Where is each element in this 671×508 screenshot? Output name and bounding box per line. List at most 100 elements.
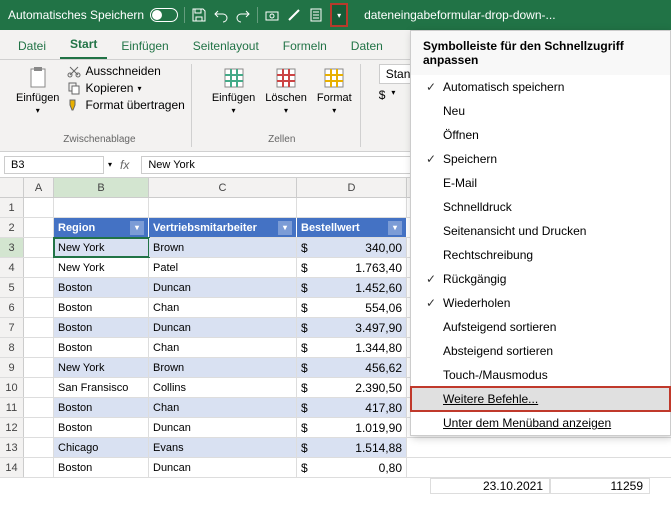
col-header[interactable]: D (297, 178, 407, 197)
filter-icon: ▾ (278, 221, 292, 235)
menu-item[interactable]: Öffnen (411, 123, 670, 147)
cell-value[interactable]: $0,80 (297, 458, 407, 477)
cell-region[interactable]: Boston (54, 458, 149, 477)
tab-formeln[interactable]: Formeln (273, 33, 337, 59)
cell-value[interactable]: $1.344,80 (297, 338, 407, 357)
qat-dropdown-button[interactable] (330, 3, 348, 27)
cell-value[interactable]: $1.763,40 (297, 258, 407, 277)
row-header[interactable]: 7 (0, 318, 24, 337)
cell-value[interactable]: $456,62 (297, 358, 407, 377)
tab-daten[interactable]: Daten (341, 33, 393, 59)
row-header[interactable]: 5 (0, 278, 24, 297)
row-header[interactable]: 3 (0, 238, 24, 257)
autosave-toggle[interactable]: Automatisches Speichern (8, 8, 178, 22)
col-header[interactable]: C (149, 178, 297, 197)
cell-value[interactable]: $1.019,90 (297, 418, 407, 437)
currency-button[interactable]: $ (379, 88, 386, 102)
row-header[interactable]: 13 (0, 438, 24, 457)
menu-item[interactable]: Rechtschreibung (411, 243, 670, 267)
cell-sales[interactable]: Chan (149, 398, 297, 417)
save-icon[interactable] (191, 7, 207, 23)
cell-value[interactable]: $2.390,50 (297, 378, 407, 397)
cell-region[interactable]: Boston (54, 318, 149, 337)
cell-region[interactable]: Boston (54, 338, 149, 357)
cell-sales[interactable]: Duncan (149, 278, 297, 297)
cell-sales[interactable]: Brown (149, 358, 297, 377)
format-painter-button[interactable]: Format übertragen (67, 98, 184, 112)
menu-item[interactable]: E-Mail (411, 171, 670, 195)
table-header[interactable]: Region▾ (54, 218, 149, 237)
titlebar: Automatisches Speichern dateneingabeform… (0, 0, 671, 30)
camera-icon[interactable] (264, 7, 280, 23)
row-header[interactable]: 8 (0, 338, 24, 357)
format-cells-button[interactable]: Format▾ (315, 64, 354, 117)
menu-item[interactable]: ✓Speichern (411, 147, 670, 171)
cell-sales[interactable]: Duncan (149, 418, 297, 437)
cell-value[interactable]: $1.452,60 (297, 278, 407, 297)
cell-value[interactable]: $417,80 (297, 398, 407, 417)
row-header[interactable]: 12 (0, 418, 24, 437)
menu-item[interactable]: Seitenansicht und Drucken (411, 219, 670, 243)
copy-button[interactable]: Kopieren ▾ (67, 81, 184, 95)
menu-item[interactable]: Absteigend sortieren (411, 339, 670, 363)
undo-icon[interactable] (213, 7, 229, 23)
menu-item[interactable]: Aufsteigend sortieren (411, 315, 670, 339)
paste-button[interactable]: Einfügen▾ (14, 64, 61, 117)
cell-sales[interactable]: Chan (149, 338, 297, 357)
cell-region[interactable]: New York (54, 238, 149, 257)
cell-sales[interactable]: Duncan (149, 318, 297, 337)
cell-region[interactable]: Boston (54, 278, 149, 297)
cell-value[interactable]: $340,00 (297, 238, 407, 257)
menu-item[interactable]: Schnelldruck (411, 195, 670, 219)
pen-icon[interactable] (286, 7, 302, 23)
cell-region[interactable]: Chicago (54, 438, 149, 457)
row-header[interactable]: 14 (0, 458, 24, 477)
name-box[interactable]: B3 (4, 156, 104, 174)
tab-einfügen[interactable]: Einfügen (111, 33, 178, 59)
menu-item[interactable]: ✓Wiederholen (411, 291, 670, 315)
cell-sales[interactable]: Brown (149, 238, 297, 257)
menu-item[interactable]: ✓Automatisch speichern (411, 75, 670, 99)
row-header[interactable]: 11 (0, 398, 24, 417)
cell-region[interactable]: Boston (54, 398, 149, 417)
redo-icon[interactable] (235, 7, 251, 23)
table-header[interactable]: Vertriebsmitarbeiter▾ (149, 218, 297, 237)
cell-region[interactable]: Boston (54, 418, 149, 437)
delete-cells-button[interactable]: Löschen▾ (263, 64, 309, 117)
cut-button[interactable]: Ausschneiden (67, 64, 184, 78)
tab-seitenlayout[interactable]: Seitenlayout (183, 33, 269, 59)
cell-value[interactable]: $1.514,88 (297, 438, 407, 457)
cell-region[interactable]: New York (54, 258, 149, 277)
tab-start[interactable]: Start (60, 31, 107, 59)
row-header[interactable]: 10 (0, 378, 24, 397)
fx-icon[interactable]: fx (112, 158, 137, 172)
cell-sales[interactable]: Chan (149, 298, 297, 317)
filter-icon: ▾ (388, 221, 402, 235)
cell-region[interactable]: San Fransisco (54, 378, 149, 397)
cell-sales[interactable]: Duncan (149, 458, 297, 477)
col-header[interactable]: B (54, 178, 149, 197)
cell-sales[interactable]: Collins (149, 378, 297, 397)
cell-region[interactable]: New York (54, 358, 149, 377)
check-icon: ✓ (419, 80, 443, 94)
col-header[interactable]: A (24, 178, 54, 197)
menu-item[interactable]: Touch-/Mausmodus (411, 363, 670, 387)
filename: dateneingabeformular-drop-down-... (364, 8, 555, 22)
cell-sales[interactable]: Evans (149, 438, 297, 457)
form-icon[interactable] (308, 7, 324, 23)
menu-item[interactable]: Unter dem Menüband anzeigen (411, 411, 670, 435)
menu-item[interactable]: Neu (411, 99, 670, 123)
menu-item[interactable]: ✓Rückgängig (411, 267, 670, 291)
insert-cells-button[interactable]: Einfügen▾ (210, 64, 257, 117)
menu-item[interactable]: Weitere Befehle... (411, 387, 670, 411)
row-header[interactable]: 4 (0, 258, 24, 277)
cell-sales[interactable]: Patel (149, 258, 297, 277)
cell-value[interactable]: $3.497,90 (297, 318, 407, 337)
cell-value[interactable]: $554,06 (297, 298, 407, 317)
table-header[interactable]: Bestellwert▾ (297, 218, 407, 237)
qat-customize-menu: Symbolleiste für den Schnellzugriff anpa… (410, 30, 671, 436)
cell-region[interactable]: Boston (54, 298, 149, 317)
tab-datei[interactable]: Datei (8, 33, 56, 59)
row-header[interactable]: 9 (0, 358, 24, 377)
row-header[interactable]: 6 (0, 298, 24, 317)
